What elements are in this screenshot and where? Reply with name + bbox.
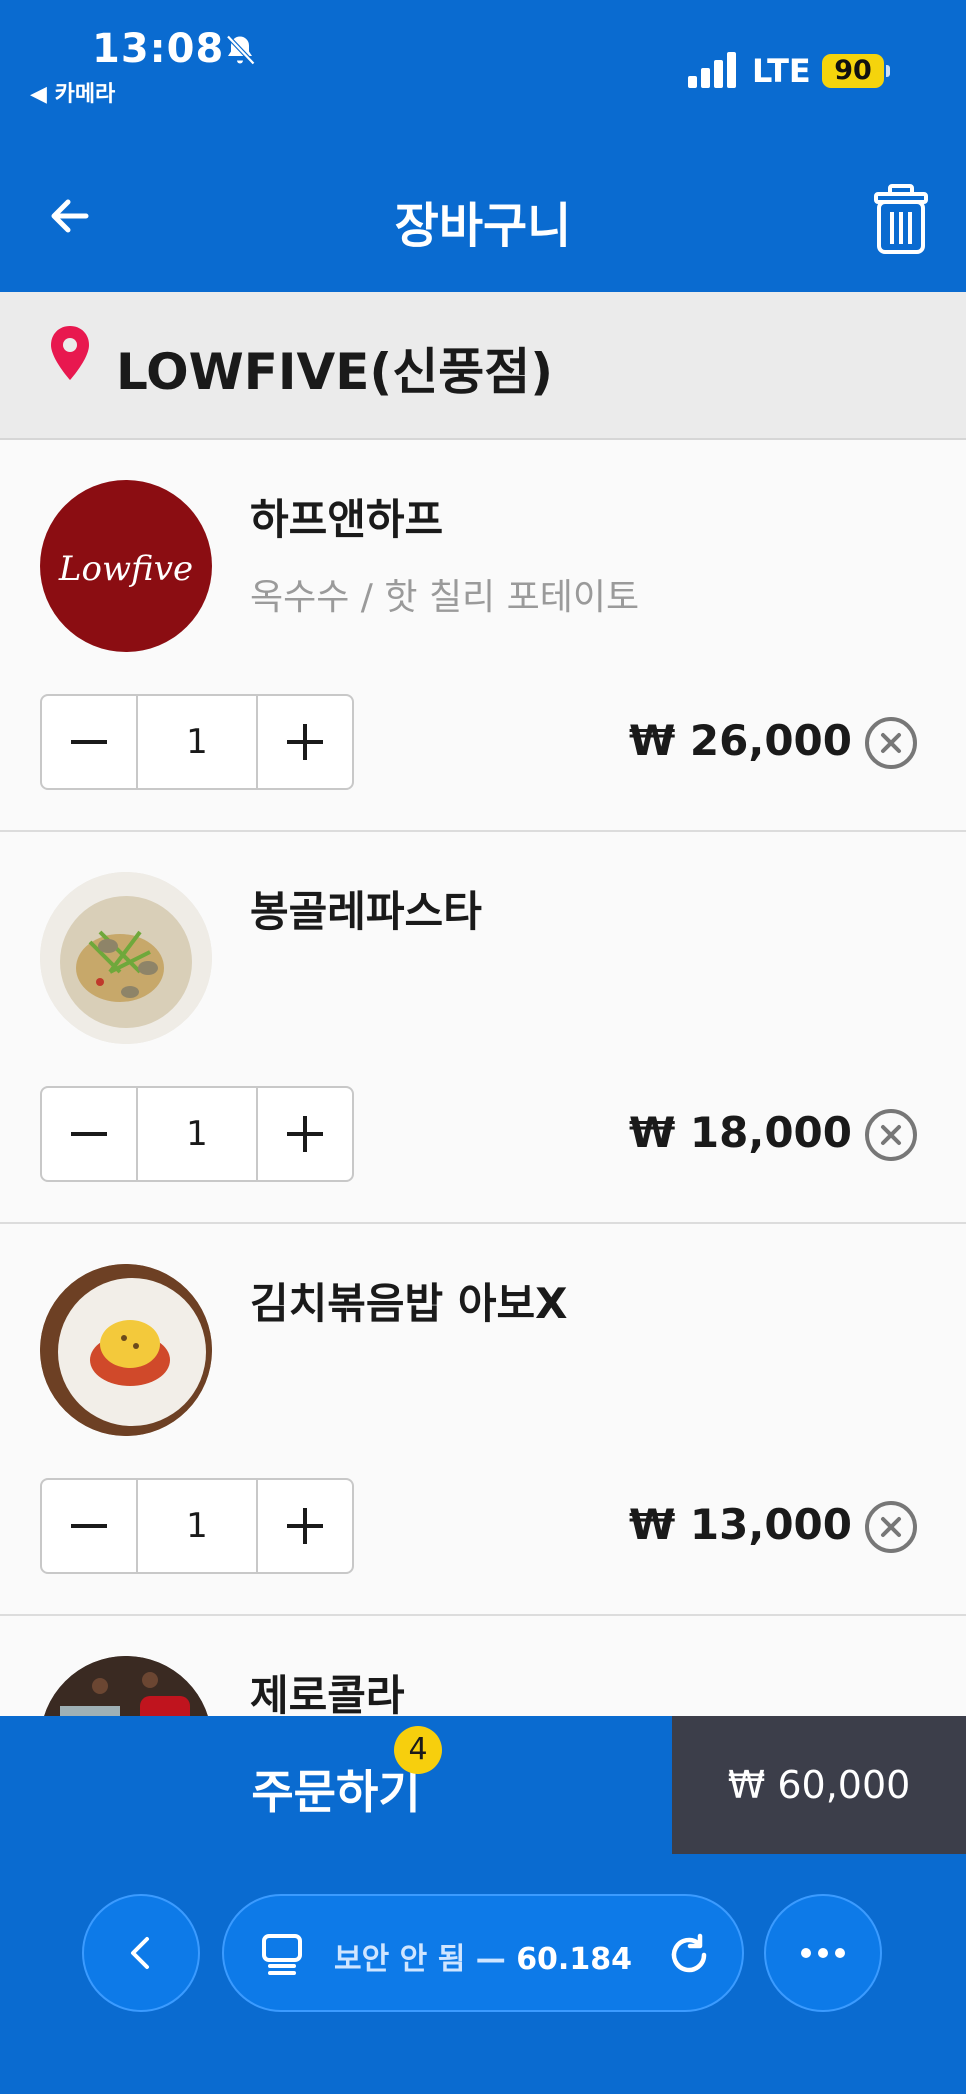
browser-back-button[interactable] [82,1894,200,2012]
decrease-button[interactable] [42,1480,136,1572]
item-name: 김치볶음밥 아보X [250,1279,568,1328]
fried-rice-photo [40,1264,212,1436]
decrease-button[interactable] [42,1088,136,1180]
item-thumbnail-logo: Lowfive [40,480,212,652]
increase-button[interactable] [258,1480,352,1572]
status-bar: 13:08 ◀ 카메라 LTE 90 [0,0,966,140]
plus-icon [287,1116,323,1152]
status-time: 13:08 [92,26,225,72]
quantity-value: 1 [136,1088,258,1180]
network-type: LTE [752,52,811,90]
quantity-stepper: 1 [40,1086,354,1182]
item-thumbnail [40,1264,212,1436]
decrease-button[interactable] [42,696,136,788]
item-price: ₩ 26,000 [628,716,852,765]
minus-icon [71,1132,107,1136]
order-total: ₩ 60,000 [672,1716,966,1854]
pasta-photo [40,872,212,1044]
cart-item: Lowfive 하프앤하프 옥수수 / 핫 칠리 포테이토 1 ₩ 26,000 [0,440,966,832]
more-dots-icon [801,1948,845,1958]
order-button-label: 주문하기 [251,1765,421,1819]
order-button[interactable]: 주문하기 4 [0,1716,672,1854]
cart-item: 봉골레파스타 1 ₩ 18,000 [0,832,966,1224]
battery-cap [886,65,890,77]
trash-icon[interactable] [874,184,928,254]
remove-item-icon[interactable] [864,1108,918,1162]
address-bar[interactable]: 보안 안 됨 — 60.184 [222,1894,744,2012]
plus-icon [287,724,323,760]
quantity-stepper: 1 [40,1478,354,1574]
security-warning: 보안 안 됨 — [334,1942,517,1977]
minus-icon [71,1524,107,1528]
cart-screen: 13:08 ◀ 카메라 LTE 90 장바구니 LOWFIVE(신풍점) Low… [0,0,966,2094]
location-pin-icon [51,326,89,380]
quantity-stepper: 1 [40,694,354,790]
store-header: LOWFIVE(신풍점) [0,292,966,440]
browser-more-button[interactable] [764,1894,882,2012]
tabs-icon[interactable] [260,1932,304,1976]
cart-item: 김치볶음밥 아보X 1 ₩ 13,000 [0,1224,966,1616]
quantity-value: 1 [136,696,258,788]
battery-level: 90 [822,54,884,88]
minus-icon [71,740,107,744]
item-name: 봉골레파스타 [250,887,482,936]
chevron-left-icon [131,1937,149,1969]
item-options: 옥수수 / 핫 칠리 포테이토 [250,577,640,618]
item-name: 하프앤하프 [250,495,444,544]
item-thumbnail [40,872,212,1044]
item-price: ₩ 13,000 [628,1500,852,1549]
store-name: LOWFIVE(신풍점) [116,343,554,401]
increase-button[interactable] [258,1088,352,1180]
item-price: ₩ 18,000 [628,1108,852,1157]
address-ip: 60.184 [516,1942,632,1977]
cart-count-badge: 4 [394,1726,442,1774]
svg-text:Lowfive: Lowfive [58,549,193,589]
item-name: 제로콜라 [250,1671,405,1720]
app-header: 장바구니 [0,140,966,292]
plus-icon [287,1508,323,1544]
browser-toolbar: 보안 안 됨 — 60.184 [0,1854,966,2094]
lowfive-logo: Lowfive [58,549,193,589]
order-bar: 주문하기 4 ₩ 60,000 [0,1716,966,1854]
quantity-value: 1 [136,1480,258,1572]
back-to-app-link[interactable]: ◀ 카메라 [30,76,115,108]
remove-item-icon[interactable] [864,1500,918,1554]
bell-muted-icon [226,34,256,66]
address-text: 보안 안 됨 — 60.184 [334,1934,632,1978]
reload-icon[interactable] [666,1932,712,1978]
increase-button[interactable] [258,696,352,788]
page-title: 장바구니 [394,198,572,254]
cell-signal-icon [688,52,738,88]
remove-item-icon[interactable] [864,716,918,770]
